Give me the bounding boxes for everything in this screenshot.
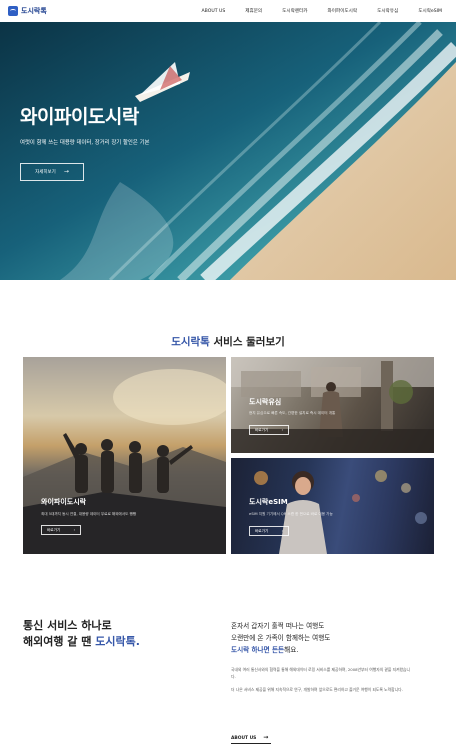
service-card-usim-button[interactable]: 바로가기 › (249, 425, 289, 435)
arrow-right-icon: → (263, 734, 269, 741)
about-lead-line1: 혼자서 갑자기 훌쩍 떠나는 여행도 (231, 622, 325, 630)
service-card-wifi[interactable]: 와이파이도시락 최대 5대까지 동시 연결, 대용량 데이터 무료로 해외에서도… (23, 357, 226, 554)
about-lead-line3-rest: 해요. (284, 646, 299, 654)
service-card-esim[interactable]: 도시락eSIM eSIM 지원 기기에서 QR 스캔 한 번으로 바로 이용 가… (231, 458, 434, 554)
about-lead-highlight: 도시락 하나면 든든 (231, 646, 285, 654)
service-card-usim-name: 도시락유심 (249, 398, 282, 406)
nav-item-esim[interactable]: 도시락eSIM (418, 8, 442, 14)
hero-subtitle: 여럿이 함께 쓰는 대용량 데이터, 장거리 장기 할인은 기본 (20, 140, 150, 146)
about-lead-line2: 오랜만에 온 가족이 함께하는 여행도 (231, 634, 331, 642)
site-header: 도시락톡 ABOUT US 제휴문의 도시락렌터카 와이파이도시락 도시락유심 … (0, 0, 456, 22)
about-us-link[interactable]: ABOUT US → (231, 733, 271, 744)
services-title: 도시락톡 서비스 둘러보기 (0, 334, 456, 349)
chevron-right-icon: › (281, 529, 283, 533)
hero-detail-button-label: 자세히보기 (35, 170, 56, 175)
service-card-usim-button-label: 바로가기 (255, 427, 269, 432)
nav-item-partnership[interactable]: 제휴문의 (245, 8, 262, 14)
logo[interactable]: 도시락톡 (8, 6, 47, 16)
service-card-usim[interactable]: 도시락유심 현지 유심으로 빠른 속도, 간편한 설치로 즉시 데이터 개통 바… (231, 357, 434, 453)
about-headline-line1: 통신 서비스 하나로 (23, 619, 112, 632)
service-card-esim-button[interactable]: 바로가기 › (249, 526, 289, 536)
about-paragraph-1: 국내외 여러 통신사와의 협력을 통해 해외데이터 로밍 서비스를 제공하며, … (231, 667, 411, 679)
nav-item-usim[interactable]: 도시락유심 (377, 8, 398, 14)
about-lead-line3: 도시락 하나면 든든해요. (231, 644, 431, 656)
logo-icon (8, 6, 18, 16)
arrow-right-icon: → (63, 168, 69, 175)
about-lead: 혼자서 갑자기 훌쩍 떠나는 여행도 오랜만에 온 가족이 함께하는 여행도 도… (231, 620, 431, 656)
nav-item-rentcar[interactable]: 도시락렌터카 (282, 8, 307, 14)
services-title-rest: 서비스 둘러보기 (209, 336, 285, 348)
service-card-wifi-name: 와이파이도시락 (41, 498, 87, 506)
about-headline: 통신 서비스 하나로 해외여행 갈 땐 도시락톡. (23, 618, 140, 650)
service-card-wifi-desc: 최대 5대까지 동시 연결, 대용량 데이터 무료로 해외에서도 빵빵 (41, 512, 137, 516)
service-card-esim-desc: eSIM 지원 기기에서 QR 스캔 한 번으로 바로 이용 가능 (249, 512, 333, 516)
main-nav: ABOUT US 제휴문의 도시락렌터카 와이파이도시락 도시락유심 도시락eS… (202, 0, 443, 22)
about-headline-line2: 해외여행 갈 땐 도시락톡. (23, 634, 140, 650)
chevron-right-icon: › (73, 528, 75, 532)
chevron-right-icon: › (281, 428, 283, 432)
nav-item-wifi[interactable]: 와이파이도시락 (328, 8, 358, 14)
about-text: 혼자서 갑자기 훌쩍 떠나는 여행도 오랜만에 온 가족이 함께하는 여행도 도… (231, 620, 431, 693)
nav-item-about[interactable]: ABOUT US (202, 9, 226, 14)
service-card-wifi-button-label: 바로가기 (47, 527, 61, 532)
services-title-highlight: 도시락톡 (171, 336, 210, 348)
about-paragraph-2: 더 나은 서비스 제공을 위해 지속적으로 연구, 개발하며 앞으로도 편리하고… (231, 687, 403, 692)
logo-text: 도시락톡 (21, 7, 47, 15)
about-headline-highlight: 도시락톡. (95, 635, 140, 648)
service-card-esim-button-label: 바로가기 (255, 528, 269, 533)
about-headline-line2-pre: 해외여행 갈 땐 (23, 635, 96, 648)
hero-title: 와이파이도시락 (20, 106, 139, 128)
hero-banner: 와이파이도시락 여럿이 함께 쓰는 대용량 데이터, 장거리 장기 할인은 기본… (0, 22, 456, 280)
hero-background-image (0, 22, 456, 280)
service-card-usim-desc: 현지 유심으로 빠른 속도, 간편한 설치로 즉시 데이터 개통 (249, 411, 336, 415)
service-card-esim-name: 도시락eSIM (249, 498, 288, 506)
about-us-link-label: ABOUT US (231, 735, 257, 741)
hero-detail-button[interactable]: 자세히보기 → (20, 163, 84, 181)
service-card-wifi-button[interactable]: 바로가기 › (41, 525, 81, 535)
